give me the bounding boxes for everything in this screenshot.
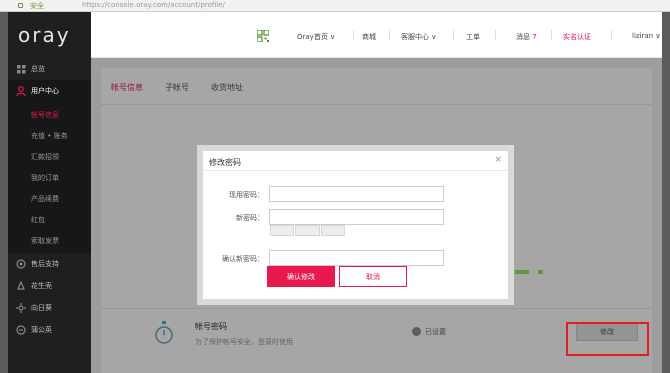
nav-ticket[interactable]: 工单 (466, 32, 480, 42)
sidebar-subitem-renewal[interactable]: 产品续费 (8, 188, 91, 209)
sidebar-item-peanut-shell[interactable]: 花生壳 (8, 275, 91, 297)
nav-messages-label: 消息 (516, 33, 530, 41)
new-password-label: 新密码： (236, 214, 264, 222)
nav-divider (453, 30, 454, 40)
message-count-badge: 7 (532, 33, 537, 41)
nav-divider (389, 30, 390, 40)
dialog-title: 修改密码 (209, 158, 241, 167)
qr-code-icon[interactable] (257, 30, 269, 42)
grid-icon (16, 64, 26, 74)
nav-real-name-auth[interactable]: 实名认证 (563, 32, 591, 42)
sidebar-item-label: 蒲公英 (31, 326, 52, 334)
sunflower-icon (16, 303, 26, 313)
sidebar-item-label: 花生壳 (31, 282, 52, 290)
annotation-highlight-box (566, 322, 649, 356)
window-frame-right (662, 12, 670, 373)
sidebar-item-overview[interactable]: 总览 (8, 58, 91, 80)
sidebar-item-user-center[interactable]: 用户中心 (8, 80, 91, 102)
peanut-icon (16, 281, 26, 291)
nav-user-menu[interactable]: liziran ∨ (632, 32, 660, 40)
oray-logo[interactable]: oray (8, 12, 91, 58)
nav-mall[interactable]: 商城 (362, 32, 376, 42)
url-text[interactable]: https://console.oray.com/account/profile… (82, 1, 225, 9)
user-icon (16, 86, 26, 96)
user-center-submenu: 帐号信息 充值 • 账务 汇款招领 我的订单 产品续费 红包 索取发票 (8, 102, 91, 253)
sidebar-subitem-remittance[interactable]: 汇款招领 (8, 146, 91, 167)
sidebar-item-label: 售后支持 (31, 260, 59, 268)
support-icon (16, 259, 26, 269)
sidebar-item-label: 总览 (31, 65, 45, 73)
window-frame-left (0, 12, 8, 373)
dialog-header: 修改密码 × (203, 151, 508, 171)
sidebar-subitem-invoice[interactable]: 索取发票 (8, 230, 91, 251)
top-header: Oray首页 ∨ 商城 客服中心 ∨ 工单 消息 7 实名认证 liziran … (91, 12, 662, 58)
nav-divider (495, 30, 496, 40)
confirm-change-button[interactable]: 确认修改 (267, 266, 335, 287)
nav-service-center[interactable]: 客服中心 ∨ (401, 32, 436, 42)
change-password-dialog: 修改密码 × 现用密码： 新密码： 确认新密码： 确认修改 取消 (197, 145, 514, 305)
sidebar-subitem-account-info[interactable]: 帐号信息 (8, 104, 91, 125)
dandelion-icon (16, 325, 26, 335)
close-icon[interactable]: × (494, 155, 502, 165)
strength-segment (295, 225, 320, 236)
nav-divider (611, 30, 612, 40)
nav-messages[interactable]: 消息 7 (516, 32, 537, 42)
sidebar-item-label: 用户中心 (31, 87, 59, 95)
sidebar-subitem-recharge[interactable]: 充值 • 账务 (8, 125, 91, 146)
current-password-label: 现用密码： (229, 191, 264, 199)
nav-divider (353, 30, 354, 40)
current-password-input[interactable] (269, 186, 444, 202)
sidebar-item-sunflower[interactable]: 向日葵 (8, 297, 91, 319)
confirm-password-input[interactable] (269, 250, 444, 266)
new-password-input[interactable] (269, 209, 444, 225)
sidebar-item-label: 向日葵 (31, 304, 52, 312)
confirm-password-label: 确认新密码： (222, 255, 264, 263)
browser-address-bar: 安全 https://console.oray.com/account/prof… (0, 0, 670, 12)
strength-segment (270, 225, 295, 236)
sidebar-subitem-orders[interactable]: 我的订单 (8, 167, 91, 188)
strength-indicator-bg (515, 270, 543, 274)
lock-icon (18, 3, 23, 8)
sidebar-item-support[interactable]: 售后支持 (8, 253, 91, 275)
nav-oray-home[interactable]: Oray首页 ∨ (297, 32, 335, 42)
nav-divider (551, 30, 552, 40)
password-strength-meter (270, 225, 346, 236)
sidebar-subitem-red-packet[interactable]: 红包 (8, 209, 91, 230)
strength-segment (320, 225, 345, 236)
sidebar: oray 总览 用户中心 帐号信息 充值 • 账务 汇款招领 我的订单 产品续费… (8, 12, 91, 373)
secure-label: 安全 (30, 2, 44, 10)
sidebar-item-dandelion[interactable]: 蒲公英 (8, 319, 91, 341)
cancel-button[interactable]: 取消 (339, 266, 407, 287)
